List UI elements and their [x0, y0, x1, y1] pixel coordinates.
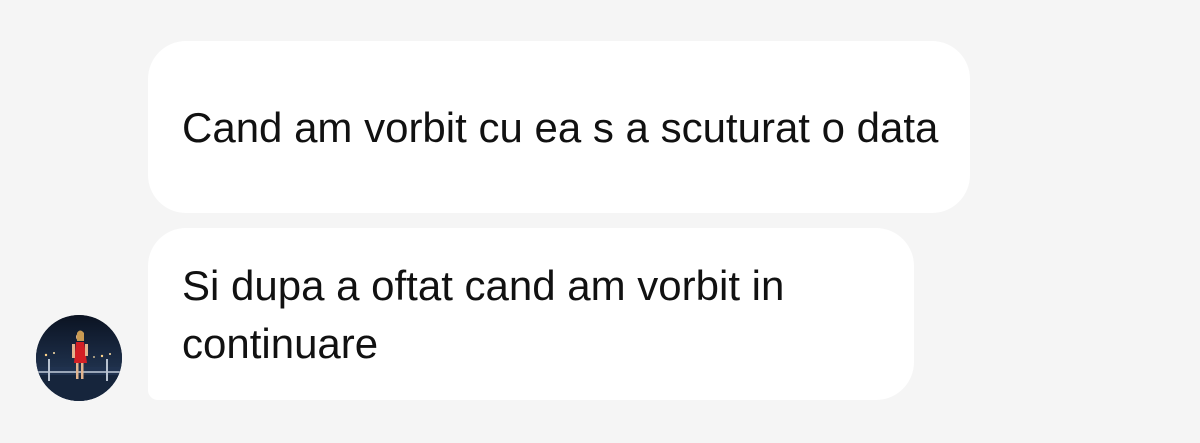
- chat-thread: Cand am vorbit cu ea s a scuturat o data…: [0, 0, 1200, 443]
- incoming-message-bubble[interactable]: Cand am vorbit cu ea s a scuturat o data: [148, 41, 970, 213]
- incoming-message-bubble[interactable]: Si dupa a oftat cand am vorbit in contin…: [148, 228, 914, 400]
- message-text: Cand am vorbit cu ea s a scuturat o data: [182, 104, 939, 151]
- message-text: Si dupa a oftat cand am vorbit in contin…: [182, 262, 785, 367]
- profile-photo-icon: [36, 315, 122, 401]
- avatar[interactable]: [36, 315, 122, 401]
